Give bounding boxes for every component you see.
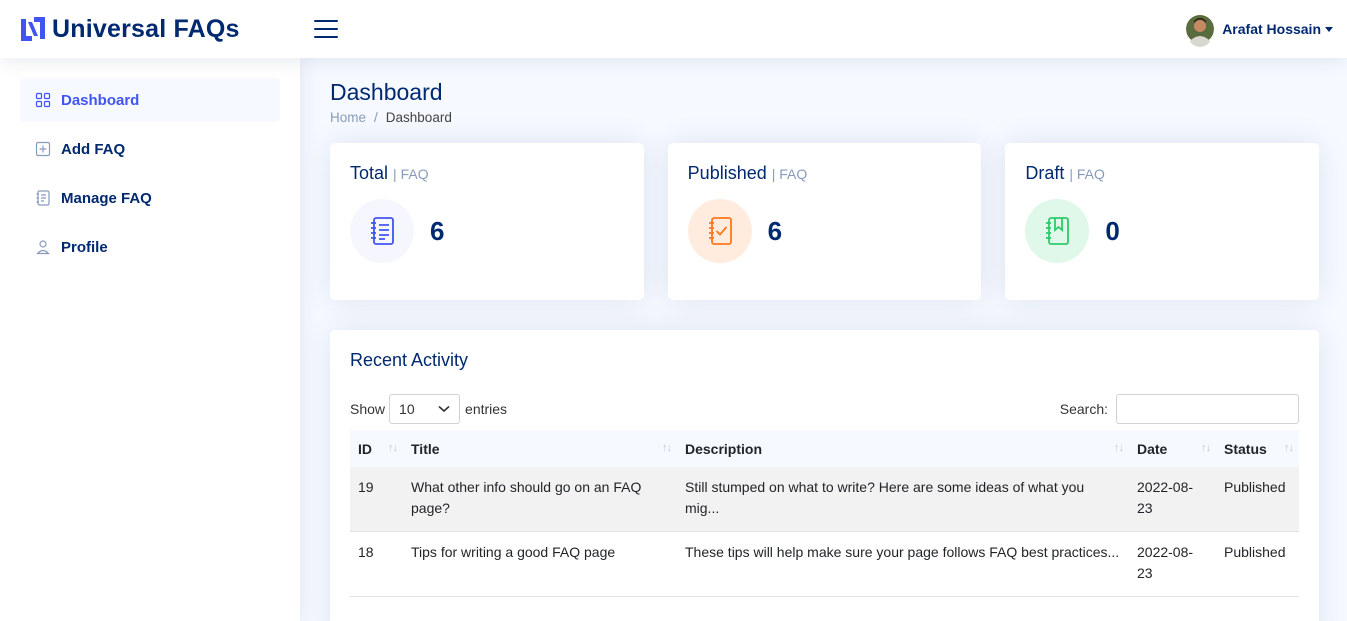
card-title-text: Draft: [1025, 163, 1065, 183]
card-subtitle: | FAQ: [771, 166, 808, 182]
chevron-down-icon: [1325, 27, 1333, 32]
sidebar-item-label: Add FAQ: [61, 140, 126, 158]
stats-cards: Total | FAQ 6 Published | FAQ 6 Draft | …: [330, 143, 1320, 300]
published-card: Published | FAQ 6: [667, 143, 982, 300]
cell-title: Tips for writing a good FAQ page: [403, 531, 677, 597]
card-title: Published | FAQ: [688, 163, 962, 184]
total-card: Total | FAQ 6: [330, 143, 644, 300]
column-header-date[interactable]: Date ↑↓: [1129, 430, 1216, 467]
journal-bookmark-icon: [1025, 199, 1090, 263]
column-header-title[interactable]: Title ↑↓: [403, 430, 677, 467]
cell-title: What other info should go on an FAQ page…: [403, 467, 677, 532]
sidebar-item-add-faq[interactable]: Add FAQ: [20, 127, 280, 171]
cell-id: 18: [350, 531, 403, 597]
search-group: Search:: [1060, 394, 1299, 424]
journal-text-icon: [35, 190, 51, 206]
activity-title: Recent Activity: [350, 350, 469, 370]
recent-activity-card: Recent Activity Show 10 entries Search: …: [330, 330, 1319, 621]
page-title: Dashboard: [330, 79, 443, 105]
card-title: Draft | FAQ: [1025, 163, 1299, 184]
sidebar-item-label: Dashboard: [61, 91, 140, 109]
sidebar-item-profile[interactable]: Profile: [20, 225, 280, 269]
journal-check-icon: [687, 199, 752, 263]
card-subtitle: | FAQ: [393, 166, 429, 182]
hamburger-menu-icon[interactable]: [314, 19, 338, 39]
sort-icon: ↑↓: [1284, 442, 1294, 454]
sidebar-item-label: Manage FAQ: [61, 189, 152, 207]
show-label: Show: [350, 401, 386, 417]
search-input[interactable]: [1116, 394, 1299, 424]
sort-icon: ↑↓: [388, 442, 398, 454]
user-menu[interactable]: Arafat Hossain: [1186, 11, 1333, 47]
entries-select[interactable]: 10: [389, 394, 461, 424]
card-title-text: Published: [687, 163, 767, 183]
plus-square-icon: [35, 141, 51, 157]
table-row[interactable]: 19 What other info should go on an FAQ p…: [350, 467, 1299, 532]
chevron-down-icon: [438, 405, 450, 413]
logo-icon: [21, 17, 45, 41]
top-header: Universal FAQs Arafat Hossain: [0, 0, 1347, 58]
sidebar: Dashboard Add FAQ Manage FAQ Profile: [0, 58, 300, 621]
sidebar-item-manage-faq[interactable]: Manage FAQ: [20, 176, 280, 220]
card-value: 6: [430, 215, 445, 246]
entries-label: entries: [465, 401, 508, 417]
user-name: Arafat Hossain: [1222, 21, 1321, 37]
breadcrumb-current: Dashboard: [385, 110, 452, 125]
sidebar-item-dashboard[interactable]: Dashboard: [20, 78, 280, 122]
search-label: Search:: [1059, 401, 1108, 417]
sidebar-item-label: Profile: [61, 238, 108, 256]
person-icon: [35, 239, 51, 255]
avatar: [1186, 11, 1215, 47]
column-header-status[interactable]: Status ↑↓: [1216, 430, 1299, 467]
cell-status: Published: [1216, 531, 1299, 597]
app-title: Universal FAQs: [52, 14, 240, 43]
cell-date: 2022-08-23: [1129, 467, 1216, 532]
card-title: Total | FAQ: [350, 163, 624, 184]
cell-description: Still stumped on what to write? Here are…: [677, 467, 1129, 532]
cell-status: Published: [1216, 467, 1299, 532]
sort-icon: ↑↓: [662, 442, 672, 454]
cell-description: These tips will help make sure your page…: [677, 531, 1129, 597]
main-content: Dashboard Home / Dashboard Total | FAQ 6: [330, 58, 1320, 621]
grid-icon: [35, 92, 51, 108]
sort-icon: ↑↓: [1114, 442, 1124, 454]
breadcrumb: Home / Dashboard: [330, 110, 1319, 125]
card-subtitle: | FAQ: [1069, 166, 1105, 182]
column-header-description[interactable]: Description ↑↓: [677, 430, 1129, 467]
table-controls: Show 10 entries Search:: [350, 394, 1299, 424]
cell-date: 2022-08-23: [1129, 531, 1216, 597]
activity-table: ID ↑↓ Title ↑↓ Description ↑↓ Date ↑↓ Status…: [350, 430, 1299, 597]
cell-id: 19: [350, 467, 403, 532]
card-value: 0: [1105, 215, 1120, 246]
table-row[interactable]: 18 Tips for writing a good FAQ page Thes…: [350, 531, 1299, 597]
entries-value: 10: [399, 401, 415, 417]
table-header-row: ID ↑↓ Title ↑↓ Description ↑↓ Date ↑↓ Status…: [350, 430, 1299, 467]
logo[interactable]: Universal FAQs: [20, 15, 310, 44]
card-value: 6: [767, 215, 783, 246]
breadcrumb-separator: /: [374, 110, 378, 125]
column-header-id[interactable]: ID ↑↓: [350, 430, 403, 467]
card-title-text: Total: [350, 163, 389, 183]
journal-text-icon: [350, 199, 414, 263]
sort-icon: ↑↓: [1201, 442, 1211, 454]
breadcrumb-home[interactable]: Home: [330, 110, 366, 125]
draft-card: Draft | FAQ 0: [1005, 143, 1320, 300]
